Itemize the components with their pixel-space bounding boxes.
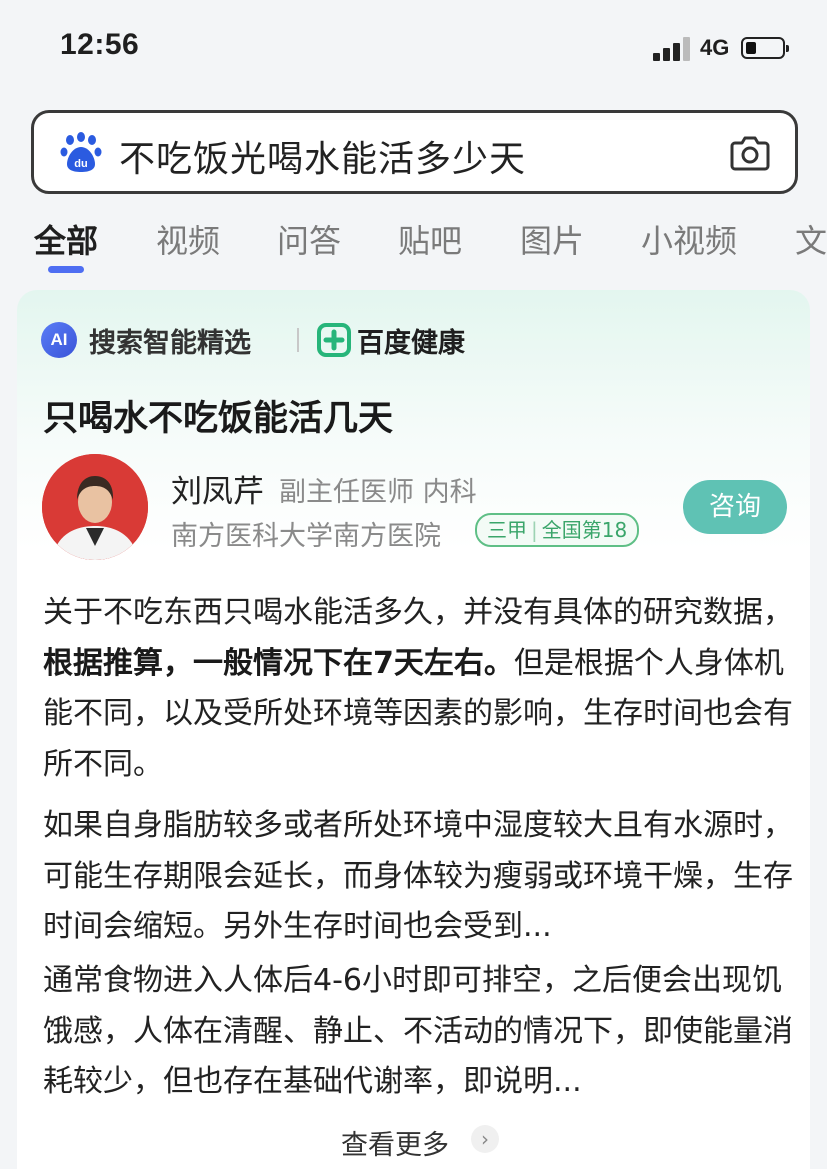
hospital-grade: 三甲 [487,518,527,542]
search-bar[interactable]: du 不吃饭光喝水能活多少天 [31,110,798,194]
network-label: 4G [700,35,730,60]
doctor-photo-icon [42,454,148,560]
ai-answer-card: AI 搜索智能精选 百度健康 只喝水不吃饭能活几天 刘凤芹 副主任医师 内科 南… [17,290,810,1169]
search-tabs: 全部 视频 问答 贴吧 图片 小视频 文 [0,210,827,280]
ai-selection-label: 搜索智能精选 [89,328,251,359]
tab-tieba[interactable]: 贴吧 [398,216,462,262]
health-cross-icon [317,323,351,357]
tab-video[interactable]: 视频 [156,216,220,262]
camera-icon[interactable] [729,133,771,173]
answer-paragraph-2: 如果自身脂肪较多或者所处环境中湿度较大且有水源时，可能生存期限会延长，而身体较为… [43,808,793,944]
doctor-name[interactable]: 刘凤芹 [171,466,264,511]
tab-images[interactable]: 图片 [520,216,584,262]
signal-icon [653,37,693,61]
search-query[interactable]: 不吃饭光喝水能活多少天 [119,130,526,182]
hospital-name[interactable]: 南方医科大学南方医院 [171,514,441,553]
divider [297,328,299,352]
hospital-rank: 全国第18 [541,518,628,542]
answer-paragraph-1: 关于不吃东西只喝水能活多久，并没有具体的研究数据， 根据推算，一般情况下在7天左右… [43,588,793,790]
doctor-title: 副主任医师 内科 [279,477,477,508]
tab-short-video[interactable]: 小视频 [641,216,737,262]
baidu-paw-icon: du [60,132,102,172]
answer-title[interactable]: 只喝水不吃饭能活几天 [43,390,393,441]
tab-articles[interactable]: 文 [795,216,827,262]
status-bar: 12:56 4G [0,0,827,95]
hospital-rank-badge: 三甲 | 全国第18 [475,513,640,547]
baidu-health-label: 百度健康 [357,328,465,359]
ai-badge-icon: AI [41,322,77,358]
active-tab-indicator [48,266,84,273]
view-more-link[interactable]: 查看更多 [341,1123,449,1162]
answer-highlight: 根据推算，一般情况下在7天左右。 [43,645,514,681]
chevron-right-icon[interactable]: › [471,1125,499,1153]
battery-icon [741,37,789,59]
answer-paragraph-3: 通常食物进入人体后4-6小时即可排空，之后便会出现饥饿感，人体在清醒、静止、不活… [43,963,793,1099]
tab-qa[interactable]: 问答 [277,216,341,262]
svg-text:du: du [74,158,87,170]
answer-text: 关于不吃东西只喝水能活多久，并没有具体的研究数据， [43,595,793,630]
status-time: 12:56 [60,28,140,61]
doctor-avatar[interactable] [42,454,148,560]
tab-all[interactable]: 全部 [34,216,98,262]
consult-button[interactable]: 咨询 [683,480,787,534]
